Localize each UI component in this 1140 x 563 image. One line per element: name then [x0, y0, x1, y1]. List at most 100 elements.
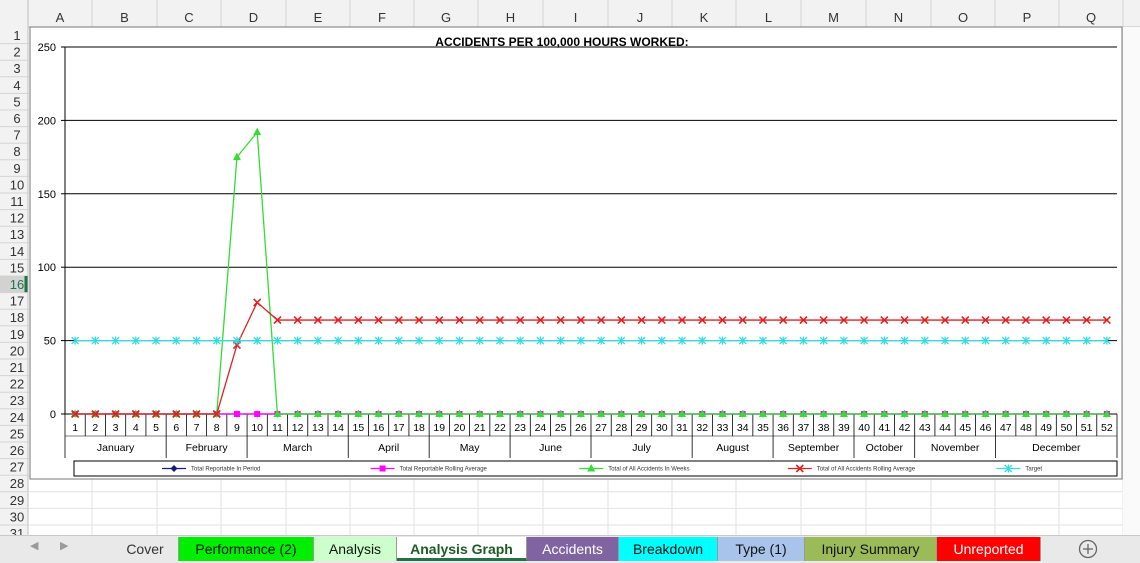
x-tick-label: 36	[777, 422, 789, 434]
x-tick-label: 23	[514, 422, 526, 434]
x-tick-label: 19	[433, 422, 445, 434]
x-tick-label: 30	[656, 422, 668, 434]
row-header-14[interactable]: 14	[10, 244, 24, 259]
x-tick-label: 37	[798, 422, 810, 434]
x-tick-label: 12	[292, 422, 304, 434]
column-header-n[interactable]: N	[894, 10, 903, 25]
y-tick-label: 50	[44, 336, 56, 348]
row-header-30[interactable]: 30	[10, 509, 24, 524]
x-tick-label: 2	[92, 422, 98, 434]
y-tick-label: 250	[38, 42, 56, 54]
row-header-7[interactable]: 7	[13, 128, 20, 143]
row-header-5[interactable]: 5	[13, 94, 20, 109]
add-sheet-icon[interactable]	[1077, 538, 1099, 560]
x-tick-label: 38	[818, 422, 830, 434]
sheet-tab-cover[interactable]: Cover	[112, 537, 179, 561]
x-tick-label: 9	[234, 422, 240, 434]
row-header-18[interactable]: 18	[10, 310, 24, 325]
row-header-23[interactable]: 23	[10, 393, 24, 408]
row-header-20[interactable]: 20	[10, 343, 24, 358]
month-label: April	[378, 442, 399, 454]
sheet-tab-injury-summary[interactable]: Injury Summary	[805, 537, 937, 561]
x-tick-label: 10	[251, 422, 263, 434]
row-header-12[interactable]: 12	[10, 211, 24, 226]
data-point	[254, 411, 261, 417]
x-tick-label: 3	[113, 422, 119, 434]
sheet-tab-performance-2[interactable]: Performance (2)	[179, 537, 314, 561]
row-header-2[interactable]: 2	[13, 45, 20, 60]
sheet-tab-unreported[interactable]: Unreported	[937, 537, 1041, 561]
row-header-13[interactable]: 13	[10, 227, 24, 242]
row-header-25[interactable]: 25	[10, 426, 24, 441]
row-header-17[interactable]: 17	[10, 294, 24, 309]
column-header-h[interactable]: H	[506, 10, 515, 25]
row-header-31[interactable]: 31	[10, 526, 24, 535]
row-header-16[interactable]: 16	[10, 277, 24, 292]
row-header-6[interactable]: 6	[13, 111, 20, 126]
row-header-8[interactable]: 8	[13, 144, 20, 159]
row-header-15[interactable]: 15	[10, 260, 24, 275]
x-tick-label: 8	[214, 422, 220, 434]
row-header-28[interactable]: 28	[10, 476, 24, 491]
legend-label: Total Reportable Rolling Average	[400, 467, 488, 473]
scroll-right-icon[interactable]: ▶	[60, 539, 68, 552]
row-headers[interactable]: 1234567891011121314151617181920212223242…	[0, 0, 29, 535]
x-tick-label: 28	[616, 422, 628, 434]
sheet-tab-analysis-graph[interactable]: Analysis Graph	[397, 537, 527, 561]
sheet-tab-type-1[interactable]: Type (1)	[718, 537, 805, 561]
y-tick-label: 150	[38, 189, 56, 201]
month-label: October	[866, 442, 904, 454]
sheet-tab-analysis[interactable]: Analysis	[314, 537, 397, 561]
scroll-left-icon[interactable]: ◀	[30, 539, 38, 552]
sheet-tab-accidents[interactable]: Accidents	[527, 537, 619, 561]
x-tick-label: 41	[879, 422, 891, 434]
column-header-o[interactable]: O	[958, 10, 968, 25]
row-header-9[interactable]: 9	[13, 161, 20, 176]
x-tick-label: 1	[72, 422, 78, 434]
row-header-21[interactable]: 21	[10, 360, 24, 375]
row-header-10[interactable]: 10	[10, 177, 24, 192]
x-tick-label: 16	[373, 422, 385, 434]
column-header-k[interactable]: K	[700, 10, 709, 25]
row-header-27[interactable]: 27	[10, 460, 24, 475]
column-header-g[interactable]: G	[441, 10, 451, 25]
row-header-29[interactable]: 29	[10, 493, 24, 508]
column-headers[interactable]: A B C D E F G H I J K L M N O P Q	[0, 0, 1140, 28]
column-header-q[interactable]: Q	[1086, 10, 1096, 25]
row-header-1[interactable]: 1	[13, 28, 20, 43]
column-header-a[interactable]: A	[56, 10, 65, 25]
row-header-11[interactable]: 11	[10, 194, 24, 209]
column-header-m[interactable]: M	[828, 10, 839, 25]
row-header-3[interactable]: 3	[13, 61, 20, 76]
x-tick-label: 46	[980, 422, 992, 434]
spreadsheet-grid[interactable]: ABCDEFGHIJKLMNOPQ 1234567891011121314151…	[0, 0, 1140, 535]
column-header-l[interactable]: L	[765, 10, 772, 25]
x-tick-label: 18	[413, 422, 425, 434]
column-header-f[interactable]: F	[378, 10, 386, 25]
chart-area[interactable]: ACCIDENTS PER 100,000 HOURS WORKED: 0501…	[29, 26, 1123, 480]
x-tick-label: 13	[312, 422, 324, 434]
x-tick-label: 5	[153, 422, 159, 434]
column-header-i[interactable]: I	[574, 10, 578, 25]
column-header-c[interactable]: C	[184, 10, 193, 25]
row-header-22[interactable]: 22	[10, 377, 24, 392]
x-tick-label: 6	[173, 422, 179, 434]
column-header-b[interactable]: B	[120, 10, 129, 25]
row-header-26[interactable]: 26	[10, 443, 24, 458]
row-header-24[interactable]: 24	[10, 410, 24, 425]
y-tick-label: 200	[38, 115, 56, 127]
column-header-j[interactable]: J	[637, 10, 644, 25]
sheet-tab-bar: ◀ ▶ Cover Performance (2) Analysis Analysis…	[0, 535, 1140, 563]
month-label: May	[460, 442, 481, 454]
row-header-4[interactable]: 4	[13, 78, 20, 93]
column-header-d[interactable]: D	[249, 10, 258, 25]
sheet-tab-breakdown[interactable]: Breakdown	[619, 537, 718, 561]
column-header-e[interactable]: E	[314, 10, 323, 25]
column-header-p[interactable]: P	[1023, 10, 1032, 25]
row-header-19[interactable]: 19	[10, 327, 24, 342]
legend-label: Total of All Accidents In Weeks	[608, 467, 689, 473]
x-tick-label: 39	[838, 422, 850, 434]
x-tick-label: 47	[1000, 422, 1012, 434]
x-tick-label: 20	[454, 422, 466, 434]
x-tick-label: 44	[939, 422, 951, 434]
